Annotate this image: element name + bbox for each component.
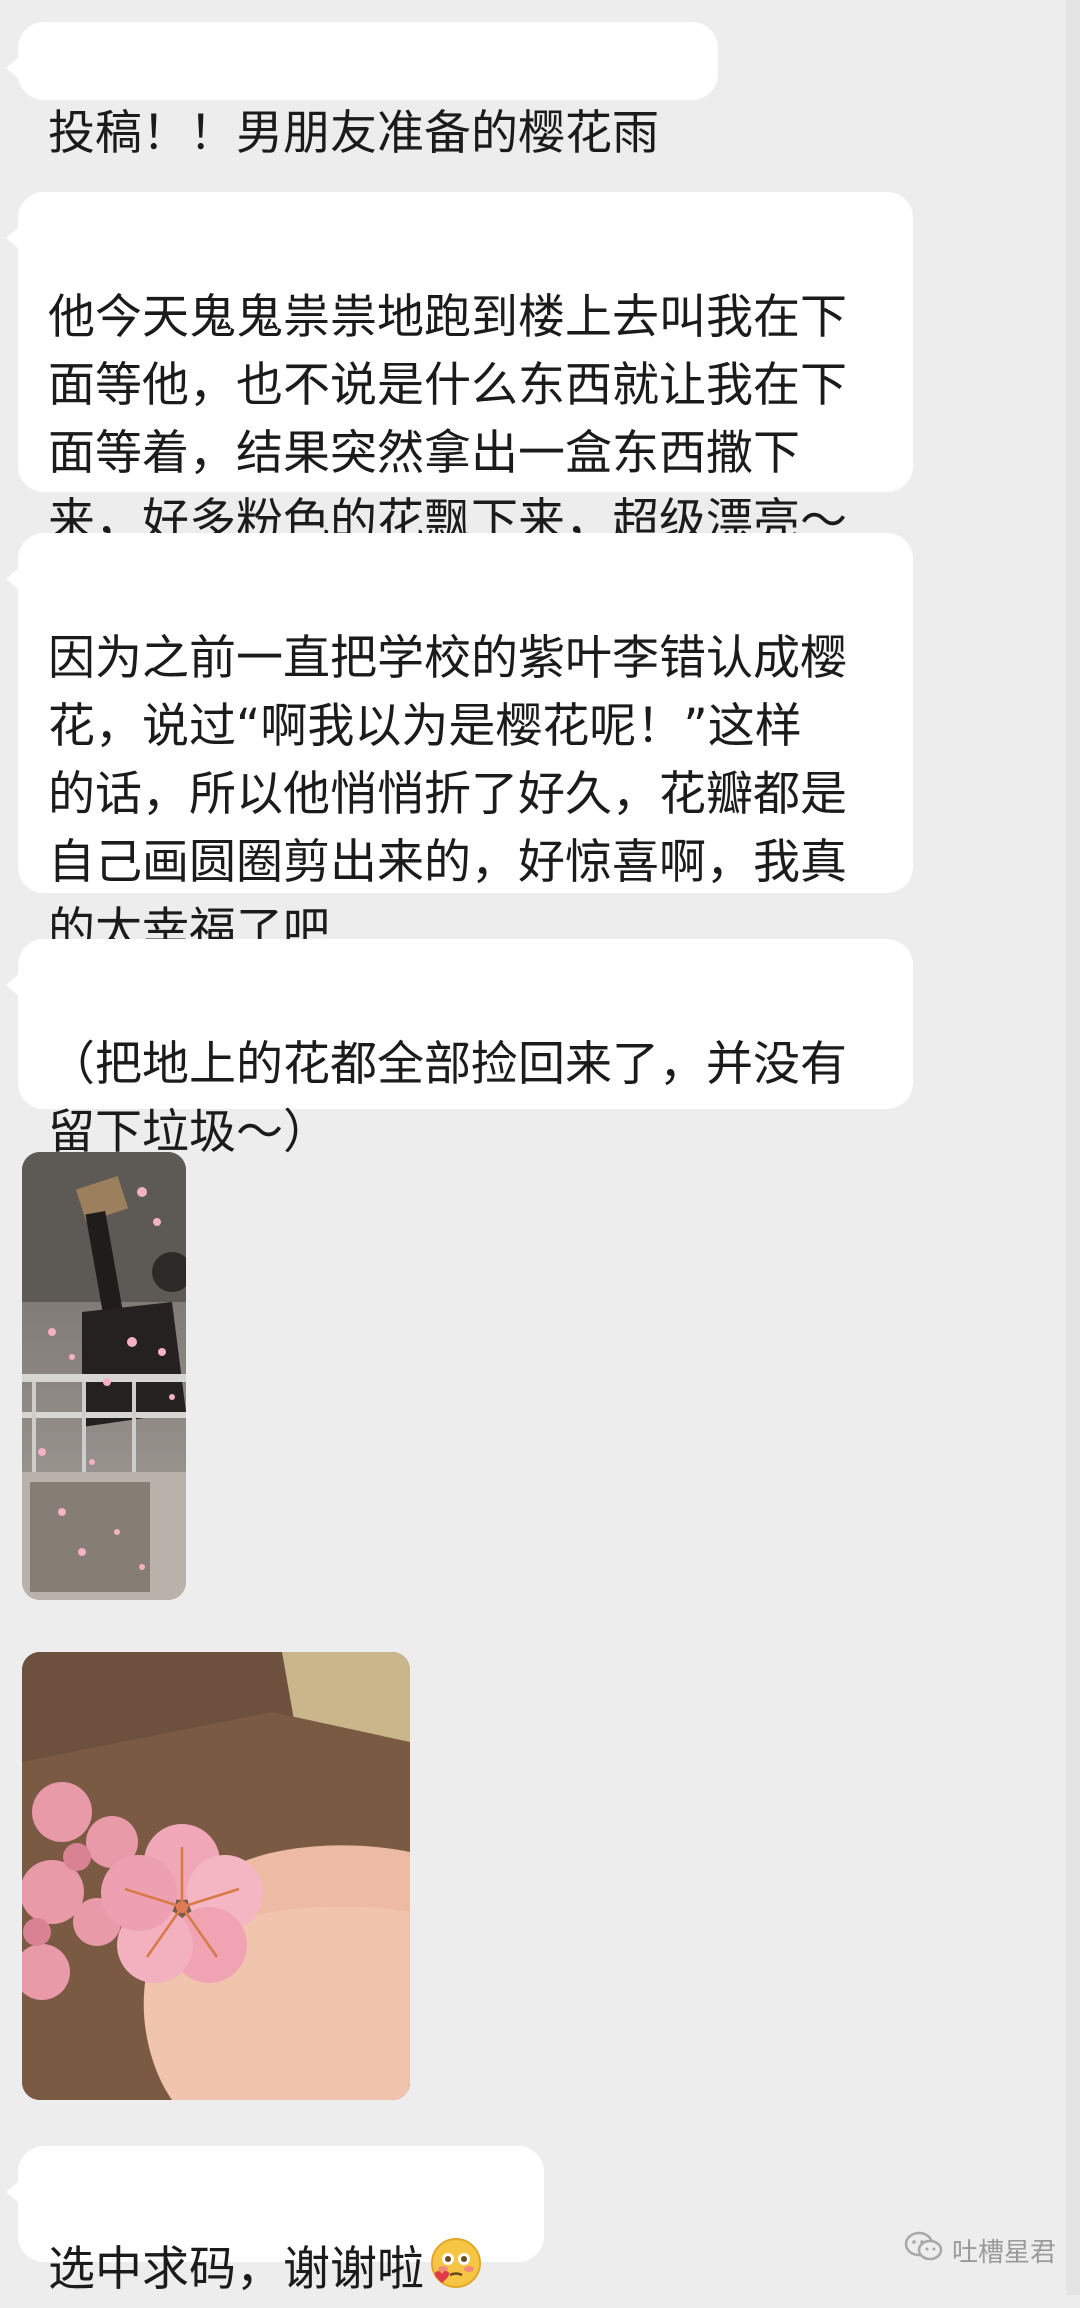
message-text: 投稿！！男朋友准备的樱花雨 (48, 106, 659, 161)
message-text: 因为之前一直把学校的紫叶李错认成樱 花，说过“啊我以为是樱花呢！”这样 的话，所… (48, 631, 847, 958)
message-text: 他今天鬼鬼祟祟地跑到楼上去叫我在下 面等他，也不说是什么东西就让我在下 面等着，… (48, 290, 847, 549)
message-image-1[interactable] (22, 1152, 186, 1600)
watermark-text: 吐槽星君 (951, 2236, 1056, 2267)
message-image-2[interactable] (22, 1652, 410, 2100)
wechat-icon (904, 2231, 944, 2270)
message-text: 选中求码，谢谢啦 (48, 2242, 424, 2297)
scrollbar-track[interactable] (1066, 0, 1080, 2295)
blushing-face-emoji (430, 2237, 482, 2308)
message-text: （把地上的花都全部捡回来了，并没有 留下垃圾～） (48, 1037, 847, 1160)
photo-paper-flower-in-hand (22, 1652, 410, 2100)
chat-conversation: 投稿！！男朋友准备的樱花雨 他今天鬼鬼祟祟地跑到楼上去叫我在下 面等他，也不说是… (0, 0, 1080, 2297)
message-bubble-1[interactable]: 投稿！！男朋友准备的樱花雨 (6, 22, 718, 161)
watermark: 吐槽星君 (904, 2223, 1056, 2277)
photo-cherry-blossom-rain (22, 1152, 186, 1600)
message-bubble-3[interactable]: 因为之前一直把学校的紫叶李错认成樱 花，说过“啊我以为是樱花呢！”这样 的话，所… (6, 533, 913, 958)
message-bubble-4[interactable]: （把地上的花都全部捡回来了，并没有 留下垃圾～） (6, 939, 913, 1160)
message-bubble-5[interactable]: 选中求码，谢谢啦 (6, 2146, 544, 2297)
message-bubble-2[interactable]: 他今天鬼鬼祟祟地跑到楼上去叫我在下 面等他，也不说是什么东西就让我在下 面等着，… (6, 192, 913, 549)
